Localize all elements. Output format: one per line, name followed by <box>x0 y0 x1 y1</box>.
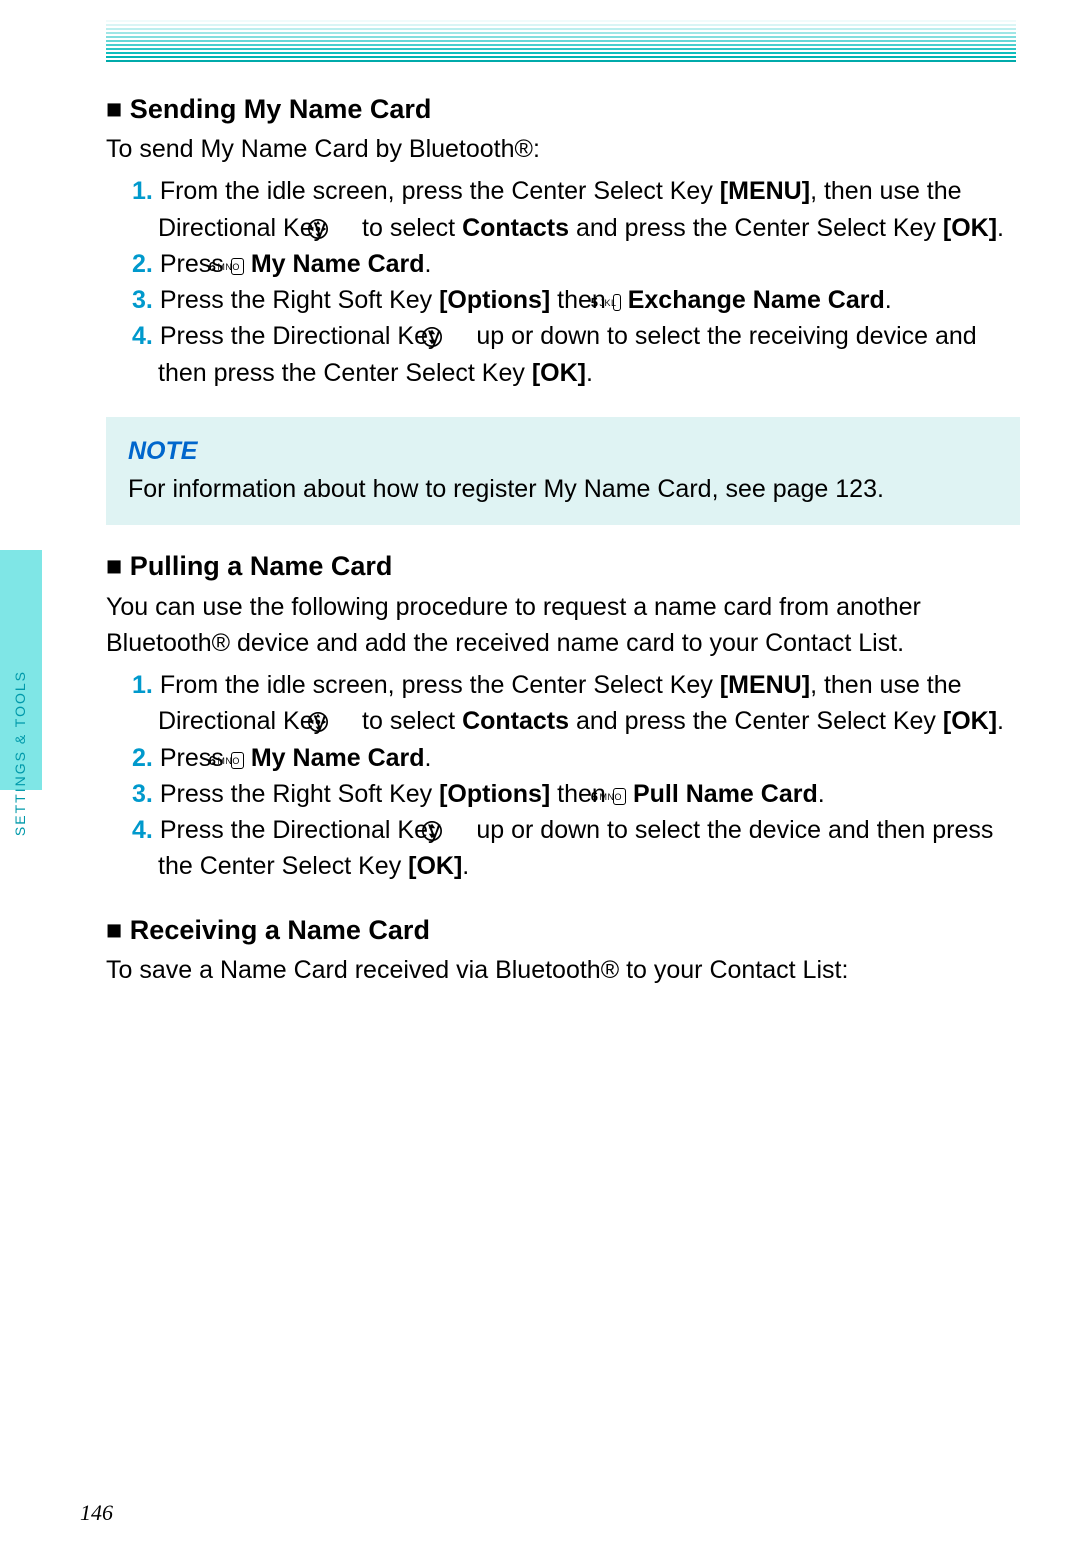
step-item: 1. From the idle screen, press the Cente… <box>132 667 1020 740</box>
key-6mno-icon: 6MNO <box>613 788 626 805</box>
key-6mno-icon: 6MNO <box>231 258 244 275</box>
step-number: 2. <box>132 744 153 772</box>
section-intro: You can use the following procedure to r… <box>106 589 1020 662</box>
step-number: 2. <box>132 250 153 278</box>
key-label: [MENU] <box>720 177 810 205</box>
step-text: From the idle screen, press the Center S… <box>160 177 720 205</box>
dpad-4way-icon <box>333 214 355 236</box>
page-number: 146 <box>80 1500 113 1526</box>
section-intro: To save a Name Card received via Bluetoo… <box>106 952 1020 988</box>
section-heading-sending: ■ Sending My Name Card <box>106 90 1020 129</box>
note-box: NOTE For information about how to regist… <box>106 417 1020 526</box>
steps-list: 1. From the idle screen, press the Cente… <box>106 173 1020 391</box>
section-heading-pulling: ■ Pulling a Name Card <box>106 547 1020 586</box>
step-item: 4. Press the Directional Key up or down … <box>132 812 1020 885</box>
section-intro: To send My Name Card by Bluetooth®: <box>106 131 1020 167</box>
section-heading-receiving: ■ Receiving a Name Card <box>106 911 1020 950</box>
steps-list: 1. From the idle screen, press the Cente… <box>106 667 1020 885</box>
step-item: 3. Press the Right Soft Key [Options] th… <box>132 776 1020 812</box>
step-item: 3. Press the Right Soft Key [Options] th… <box>132 282 1020 318</box>
step-number: 3. <box>132 780 153 808</box>
dpad-4way-icon <box>333 707 355 729</box>
note-text: For information about how to register My… <box>128 471 998 507</box>
dpad-updown-icon <box>447 322 469 344</box>
step-item: 2. Press 6MNO My Name Card. <box>132 740 1020 776</box>
note-label: NOTE <box>128 433 998 469</box>
step-item: 1. From the idle screen, press the Cente… <box>132 173 1020 246</box>
step-number: 4. <box>132 816 153 844</box>
key-6mno-icon: 6MNO <box>231 752 244 769</box>
step-item: 4. Press the Directional Key up or down … <box>132 318 1020 391</box>
step-item: 2. Press 6MNO My Name Card. <box>132 246 1020 282</box>
step-number: 1. <box>132 177 153 205</box>
key-5jkl-icon: 5JKL <box>613 294 621 311</box>
step-number: 3. <box>132 286 153 314</box>
step-number: 4. <box>132 322 153 350</box>
dpad-updown-icon <box>447 816 469 838</box>
step-number: 1. <box>132 671 153 699</box>
